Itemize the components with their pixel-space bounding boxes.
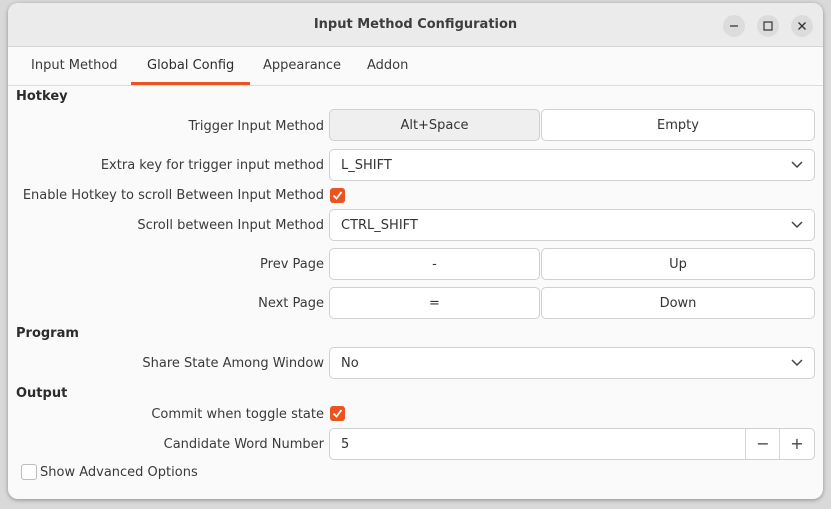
decrement-button[interactable]: − [745,429,780,459]
prev-key1-button[interactable]: - [329,248,540,280]
checkmark-icon [332,191,343,200]
minimize-button[interactable] [723,15,745,37]
tab-input-method[interactable]: Input Method [15,47,134,85]
advanced-label[interactable]: Show Advanced Options [40,465,198,480]
chevron-down-icon [791,161,803,169]
hotkey-heading: Hotkey [16,89,68,104]
increment-button[interactable]: + [779,429,814,459]
candidate-label: Candidate Word Number [163,437,324,452]
next-page-label: Next Page [258,296,324,311]
config-window: Input Method Configuration Input Method … [8,3,823,499]
title-bar[interactable]: Input Method Configuration [8,3,823,47]
prev-key2-button[interactable]: Up [541,248,815,280]
tab-global-config[interactable]: Global Config [131,47,251,85]
chevron-down-icon [791,359,803,367]
trigger-key2-button[interactable]: Empty [541,109,815,141]
chevron-down-icon [791,221,803,229]
tab-bar: Input Method Global Config Appearance Ad… [8,47,823,86]
share-state-value: No [341,356,359,371]
candidate-spinbox[interactable]: 5 − + [329,428,815,460]
extra-key-combo[interactable]: L_SHIFT [329,149,815,181]
maximize-icon [763,21,773,31]
checkmark-icon [332,409,343,418]
prev-page-label: Prev Page [260,257,324,272]
enable-scroll-checkbox[interactable] [330,188,345,203]
scroll-combo[interactable]: CTRL_SHIFT [329,209,815,241]
trigger-label: Trigger Input Method [188,119,324,134]
extra-key-value: L_SHIFT [341,158,392,173]
maximize-button[interactable] [757,15,779,37]
tab-appearance[interactable]: Appearance [247,47,357,85]
commit-checkbox[interactable] [330,406,345,421]
scroll-label: Scroll between Input Method [137,218,324,233]
scroll-value: CTRL_SHIFT [341,218,418,233]
output-heading: Output [16,386,68,401]
extra-key-label: Extra key for trigger input method [100,158,324,173]
close-button[interactable] [791,15,813,37]
trigger-key1-button[interactable]: Alt+Space [329,109,540,141]
next-key2-button[interactable]: Down [541,287,815,319]
tab-addon[interactable]: Addon [351,47,424,85]
commit-label: Commit when toggle state [151,407,324,422]
minimize-icon [730,25,738,27]
advanced-checkbox[interactable] [21,464,37,480]
enable-scroll-label: Enable Hotkey to scroll Between Input Me… [22,188,324,203]
program-heading: Program [16,326,79,341]
share-state-label: Share State Among Window [142,356,324,371]
share-state-combo[interactable]: No [329,347,815,379]
candidate-value[interactable]: 5 [341,437,349,452]
close-icon [798,22,806,30]
window-title: Input Method Configuration [313,17,518,32]
next-key1-button[interactable]: = [329,287,540,319]
